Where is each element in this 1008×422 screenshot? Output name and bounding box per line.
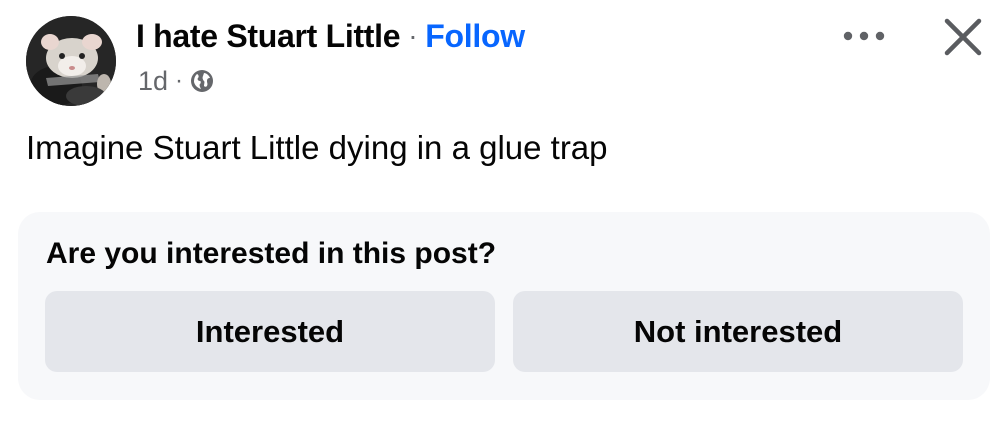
not-interested-button[interactable]: Not interested (513, 291, 963, 372)
meta-separator: · (175, 67, 184, 94)
interest-question: Are you interested in this post? (46, 237, 497, 270)
author-line: I hate Stuart Little · Follow (136, 16, 525, 56)
more-options-button[interactable] (836, 22, 892, 50)
author-name[interactable]: I hate Stuart Little (136, 18, 401, 55)
avatar-image (26, 16, 116, 106)
not-interested-button-label: Not interested (633, 313, 843, 349)
post-text: Imagine Stuart Little dying in a glue tr… (26, 129, 608, 166)
interested-button[interactable]: Interested (45, 291, 495, 372)
globe-icon[interactable] (190, 69, 214, 93)
interest-card: Are you interested in this post? Interes… (18, 212, 990, 400)
avatar[interactable] (26, 16, 116, 106)
interested-button-label: Interested (195, 313, 345, 349)
close-button[interactable] (940, 14, 986, 60)
post-header: I hate Stuart Little · Follow 1d · (0, 0, 1008, 110)
post-meta: 1d · (138, 64, 214, 98)
follow-button[interactable]: Follow (425, 18, 525, 55)
more-horizontal-icon (843, 31, 885, 41)
author-separator: · (408, 20, 418, 51)
post-timestamp[interactable]: 1d (138, 66, 168, 97)
close-icon (944, 18, 982, 56)
